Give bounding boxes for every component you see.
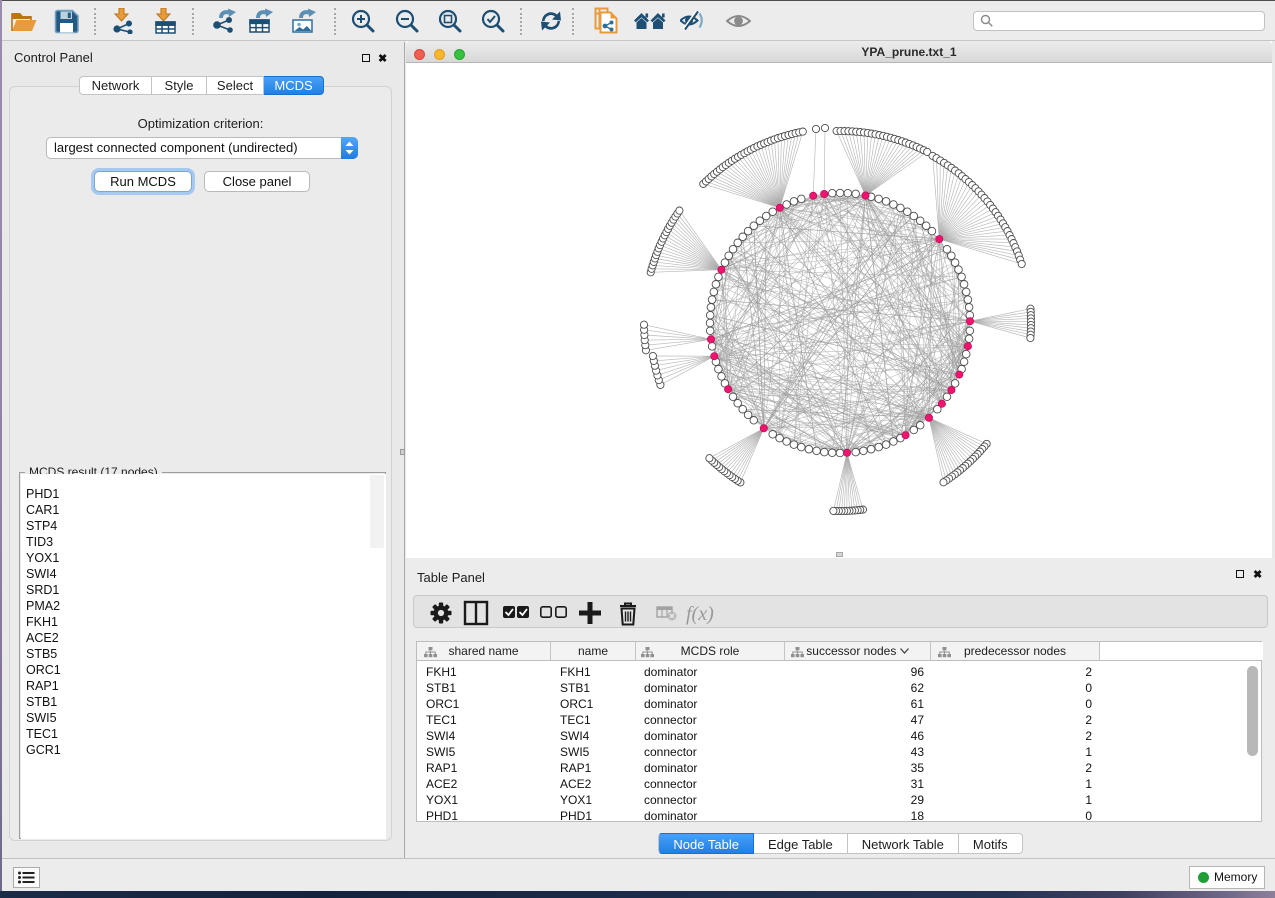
svg-text:f(x): f(x) (686, 603, 714, 625)
